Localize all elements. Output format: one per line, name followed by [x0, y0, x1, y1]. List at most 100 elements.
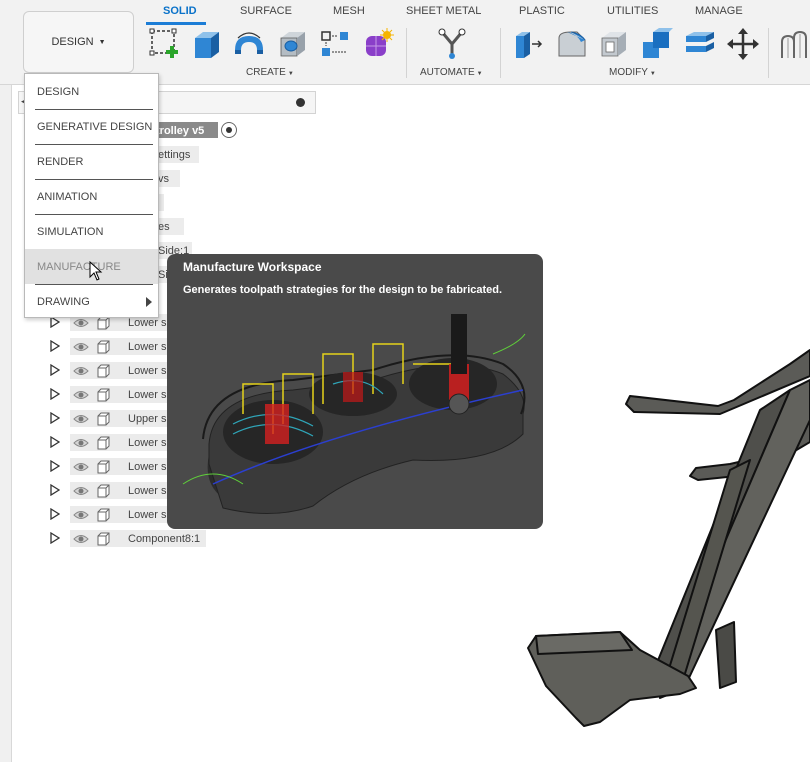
group-divider	[500, 28, 501, 78]
menu-item-simulation[interactable]: SIMULATION	[25, 214, 158, 249]
tree-row[interactable]: Lower s	[48, 504, 173, 524]
expand-arrow-icon[interactable]	[48, 458, 62, 474]
tab-mesh[interactable]: MESH	[333, 5, 365, 17]
component-icon	[92, 458, 114, 475]
chevron-down-icon: ▼	[476, 71, 483, 77]
modify-group-label[interactable]: MODIFY ▼	[609, 67, 656, 78]
menu-item-label: GENERATIVE DESIGN	[37, 120, 153, 133]
visibility-eye-icon[interactable]	[70, 386, 92, 403]
extrude-icon[interactable]	[191, 28, 223, 60]
visibility-eye-icon[interactable]	[70, 362, 92, 379]
component-icon	[92, 434, 114, 451]
component-icon	[92, 506, 114, 523]
document-name: trolley v5	[156, 124, 205, 137]
tab-sheet-metal[interactable]: SHEET METAL	[406, 5, 481, 17]
tree-row[interactable]: Lower s	[48, 480, 173, 500]
fusion-window: DESIGN ▼ SOLID SURFACE MESH SHEET METAL …	[0, 0, 810, 762]
tree-row-label: Lower s	[128, 364, 167, 377]
component-icon	[92, 410, 114, 427]
tree-row[interactable]: Lower s	[48, 432, 173, 452]
tab-plastic[interactable]: PLASTIC	[519, 5, 565, 17]
visibility-eye-icon[interactable]	[70, 338, 92, 355]
bodies-node[interactable]: es	[156, 218, 184, 235]
document-node[interactable]: trolley v5	[156, 122, 218, 138]
tab-utilities[interactable]: UTILITIES	[607, 5, 658, 17]
fillet-icon[interactable]	[555, 28, 587, 60]
hole-icon[interactable]	[277, 28, 309, 60]
component-icon	[92, 386, 114, 403]
create-group-label[interactable]: CREATE ▼	[246, 67, 294, 78]
trolley-model[interactable]	[520, 330, 810, 750]
workspace-tooltip: Manufacture Workspace Generates toolpath…	[167, 254, 543, 529]
visibility-eye-icon[interactable]	[70, 434, 92, 451]
modify-label: MODIFY	[609, 67, 648, 78]
combine-icon[interactable]	[641, 28, 673, 60]
component-icon	[92, 482, 114, 499]
tree-row[interactable]: Lower s	[48, 384, 173, 404]
tree-row-label: Lower s	[128, 484, 167, 497]
tooltip-description: Generates toolpath strategies for the de…	[183, 284, 503, 296]
chevron-down-icon: ▼	[649, 71, 656, 77]
automate-group-label[interactable]: AUTOMATE ▼	[420, 67, 483, 78]
group-divider	[768, 28, 769, 78]
chevron-down-icon: ▼	[287, 71, 294, 77]
tree-row[interactable]: Lower s	[48, 336, 173, 356]
move-icon[interactable]	[727, 28, 759, 60]
tab-solid[interactable]: SOLID	[163, 5, 197, 17]
press-pull-icon[interactable]	[512, 28, 544, 60]
inspect-icon[interactable]	[778, 28, 810, 60]
form-icon[interactable]	[362, 28, 394, 60]
menu-item-drawing[interactable]: DRAWING	[25, 284, 158, 319]
visibility-eye-icon[interactable]	[70, 458, 92, 475]
submenu-arrow-icon	[146, 297, 152, 307]
menu-item-render[interactable]: RENDER	[25, 144, 158, 179]
chevron-down-icon: ▼	[98, 38, 106, 46]
tree-row-label: Lower s	[128, 340, 167, 353]
expand-arrow-icon[interactable]	[48, 410, 62, 426]
tree-row[interactable]: Component8:1	[48, 528, 207, 548]
revolve-icon[interactable]	[233, 28, 265, 60]
tree-row-label: Lower s	[128, 508, 167, 521]
menu-item-label: MANUFACTURE	[37, 260, 121, 273]
active-tab-indicator	[146, 22, 206, 25]
automate-icon[interactable]	[436, 28, 468, 60]
menu-item-animation[interactable]: ANIMATION	[25, 179, 158, 214]
expand-arrow-icon[interactable]	[48, 506, 62, 522]
workspace-label: DESIGN	[51, 36, 94, 48]
menu-item-design[interactable]: DESIGN	[25, 74, 158, 109]
shell-icon[interactable]	[598, 28, 630, 60]
menu-item-label: ANIMATION	[37, 190, 98, 203]
tree-row-label: Lower s	[128, 388, 167, 401]
expand-arrow-icon[interactable]	[48, 386, 62, 402]
manufacture-preview-image	[173, 314, 537, 524]
expand-arrow-icon[interactable]	[48, 362, 62, 378]
tree-row[interactable]: Lower s	[48, 360, 173, 380]
workspace-switcher-button[interactable]: DESIGN ▼	[23, 11, 134, 73]
expand-arrow-icon[interactable]	[48, 338, 62, 354]
tree-row-label: Lower s	[128, 460, 167, 473]
visibility-eye-icon[interactable]	[70, 506, 92, 523]
expand-arrow-icon[interactable]	[48, 530, 62, 546]
menu-item-label: DESIGN	[37, 85, 80, 98]
pin-icon[interactable]	[296, 98, 305, 107]
named-views-node[interactable]: vs	[156, 170, 180, 187]
visibility-eye-icon[interactable]	[70, 410, 92, 427]
expand-arrow-icon[interactable]	[48, 434, 62, 450]
tree-row[interactable]: Lower s	[48, 456, 173, 476]
tab-surface[interactable]: SURFACE	[240, 5, 292, 17]
left-edge-panel	[0, 85, 12, 762]
activate-icon[interactable]	[221, 122, 237, 138]
visibility-eye-icon[interactable]	[70, 482, 92, 499]
tab-manage[interactable]: MANAGE	[695, 5, 743, 17]
menu-item-generative-design[interactable]: GENERATIVE DESIGN	[25, 109, 158, 144]
component-icon	[92, 338, 114, 355]
visibility-eye-icon[interactable]	[70, 530, 92, 547]
tree-row-label: Lower s	[128, 436, 167, 449]
create-sketch-icon[interactable]	[149, 28, 181, 60]
align-icon[interactable]	[684, 28, 716, 60]
tree-row[interactable]: Upper s	[48, 408, 173, 428]
expand-arrow-icon[interactable]	[48, 482, 62, 498]
document-settings-node[interactable]: ettings	[156, 146, 199, 163]
component-icon	[92, 362, 114, 379]
pattern-icon[interactable]	[319, 28, 351, 60]
